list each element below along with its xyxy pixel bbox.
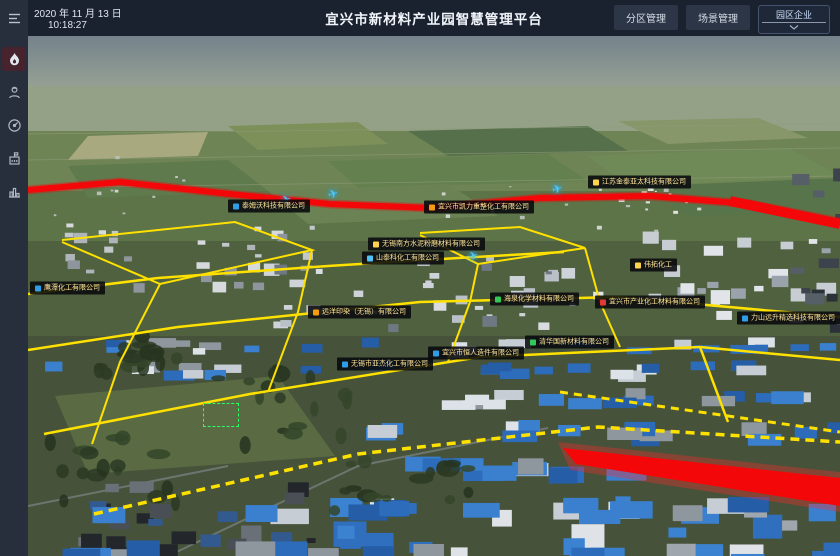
company-label[interactable]: 宜兴市凯力重整化工有限公司 <box>424 201 534 214</box>
company-marker-icon <box>35 285 41 291</box>
company-label-text: 山泰科化工有限公司 <box>376 255 439 262</box>
company-label[interactable]: 泰姆沃科技有限公司 <box>228 200 310 213</box>
company-label-text: 力山远升精选科技有限公司 <box>751 315 835 322</box>
company-marker-icon <box>593 179 599 185</box>
company-label-text: 泰姆沃科技有限公司 <box>242 203 305 210</box>
dropdown-label: 园区企业 <box>759 6 829 22</box>
company-marker-icon <box>313 309 319 315</box>
header-actions: 分区管理 场景管理 园区企业 <box>614 5 830 34</box>
company-label[interactable]: 鹰潭化工有限公司 <box>30 282 105 295</box>
company-label-text: 海泉化学材料有限公司 <box>504 296 574 303</box>
dropdown-divider <box>762 22 826 23</box>
company-marker-icon <box>742 315 748 321</box>
company-label-text: 鹰潭化工有限公司 <box>44 285 100 292</box>
company-label-text: 伟拓化工 <box>644 262 672 269</box>
company-label[interactable]: 力山远升精选科技有限公司 <box>737 312 840 325</box>
page-title: 宜兴市新材料产业园智慧管理平台 <box>325 8 543 28</box>
chevron-down-icon <box>789 25 799 30</box>
fire-icon[interactable] <box>2 47 26 71</box>
factory-icon[interactable] <box>2 179 26 203</box>
bank-icon[interactable] <box>2 146 26 170</box>
company-label-text: 清华国新材料有限公司 <box>539 339 609 346</box>
menu-icon[interactable] <box>2 6 26 30</box>
current-time: 10:18:27 <box>48 20 87 31</box>
company-label[interactable]: 清华国新材料有限公司 <box>525 336 614 349</box>
company-marker-icon <box>530 339 536 345</box>
scene-management-button[interactable]: 场景管理 <box>686 5 750 30</box>
current-date: 2020 年 11 月 13 日 <box>34 5 122 20</box>
company-label[interactable]: 宜兴市产业化工材料有限公司 <box>595 296 705 309</box>
company-label[interactable]: 江苏金泰亚太科技有限公司 <box>588 176 691 189</box>
zone-management-button[interactable]: 分区管理 <box>614 5 678 30</box>
company-label-text: 宜兴市恒人造件有限公司 <box>442 350 519 357</box>
worker-icon[interactable] <box>2 80 26 104</box>
company-label-text: 宜兴市产业化工材料有限公司 <box>609 299 700 306</box>
company-label-text: 无锡南方水泥粉磨材料有限公司 <box>382 241 480 248</box>
company-marker-icon <box>233 203 239 209</box>
company-marker-icon <box>373 241 379 247</box>
terrain-canvas <box>28 36 840 556</box>
company-marker-icon <box>342 361 348 367</box>
company-label[interactable]: 无锡南方水泥粉磨材料有限公司 <box>368 238 485 251</box>
company-label[interactable]: 伟拓化工 <box>630 259 677 272</box>
company-label-text: 无锡市亚杰化工有限公司 <box>351 361 428 368</box>
company-label[interactable]: 无锡市亚杰化工有限公司 <box>337 358 433 371</box>
selection-box <box>203 403 239 427</box>
top-header: 2020 年 11 月 13 日 10:18:27 宜兴市新材料产业园智慧管理平… <box>0 0 840 36</box>
company-label[interactable]: 远洋印染（无锡）有限公司 <box>308 306 411 319</box>
park-enterprise-dropdown[interactable]: 园区企业 <box>758 5 830 34</box>
app-window: 2020 年 11 月 13 日 10:18:27 宜兴市新材料产业园智慧管理平… <box>0 0 840 556</box>
company-label[interactable]: 山泰科化工有限公司 <box>362 252 444 265</box>
company-marker-icon <box>433 350 439 356</box>
company-label[interactable]: 宜兴市恒人造件有限公司 <box>428 347 524 360</box>
company-marker-icon <box>429 204 435 210</box>
company-marker-icon <box>635 262 641 268</box>
left-sidebar <box>0 0 28 556</box>
company-label-text: 远洋印染（无锡）有限公司 <box>322 309 406 316</box>
gauge-icon[interactable] <box>2 113 26 137</box>
company-marker-icon <box>600 299 606 305</box>
map-3d-viewport[interactable]: 泰姆沃科技有限公司 宜兴市凯力重整化工有限公司无锡南方水泥粉磨材料有限公司山泰科化… <box>28 36 840 556</box>
company-marker-icon <box>495 296 501 302</box>
company-label[interactable]: 海泉化学材料有限公司 <box>490 293 579 306</box>
company-marker-icon <box>367 255 373 261</box>
company-label-text: 江苏金泰亚太科技有限公司 <box>602 179 686 186</box>
company-label-text: 宜兴市凯力重整化工有限公司 <box>438 204 529 211</box>
